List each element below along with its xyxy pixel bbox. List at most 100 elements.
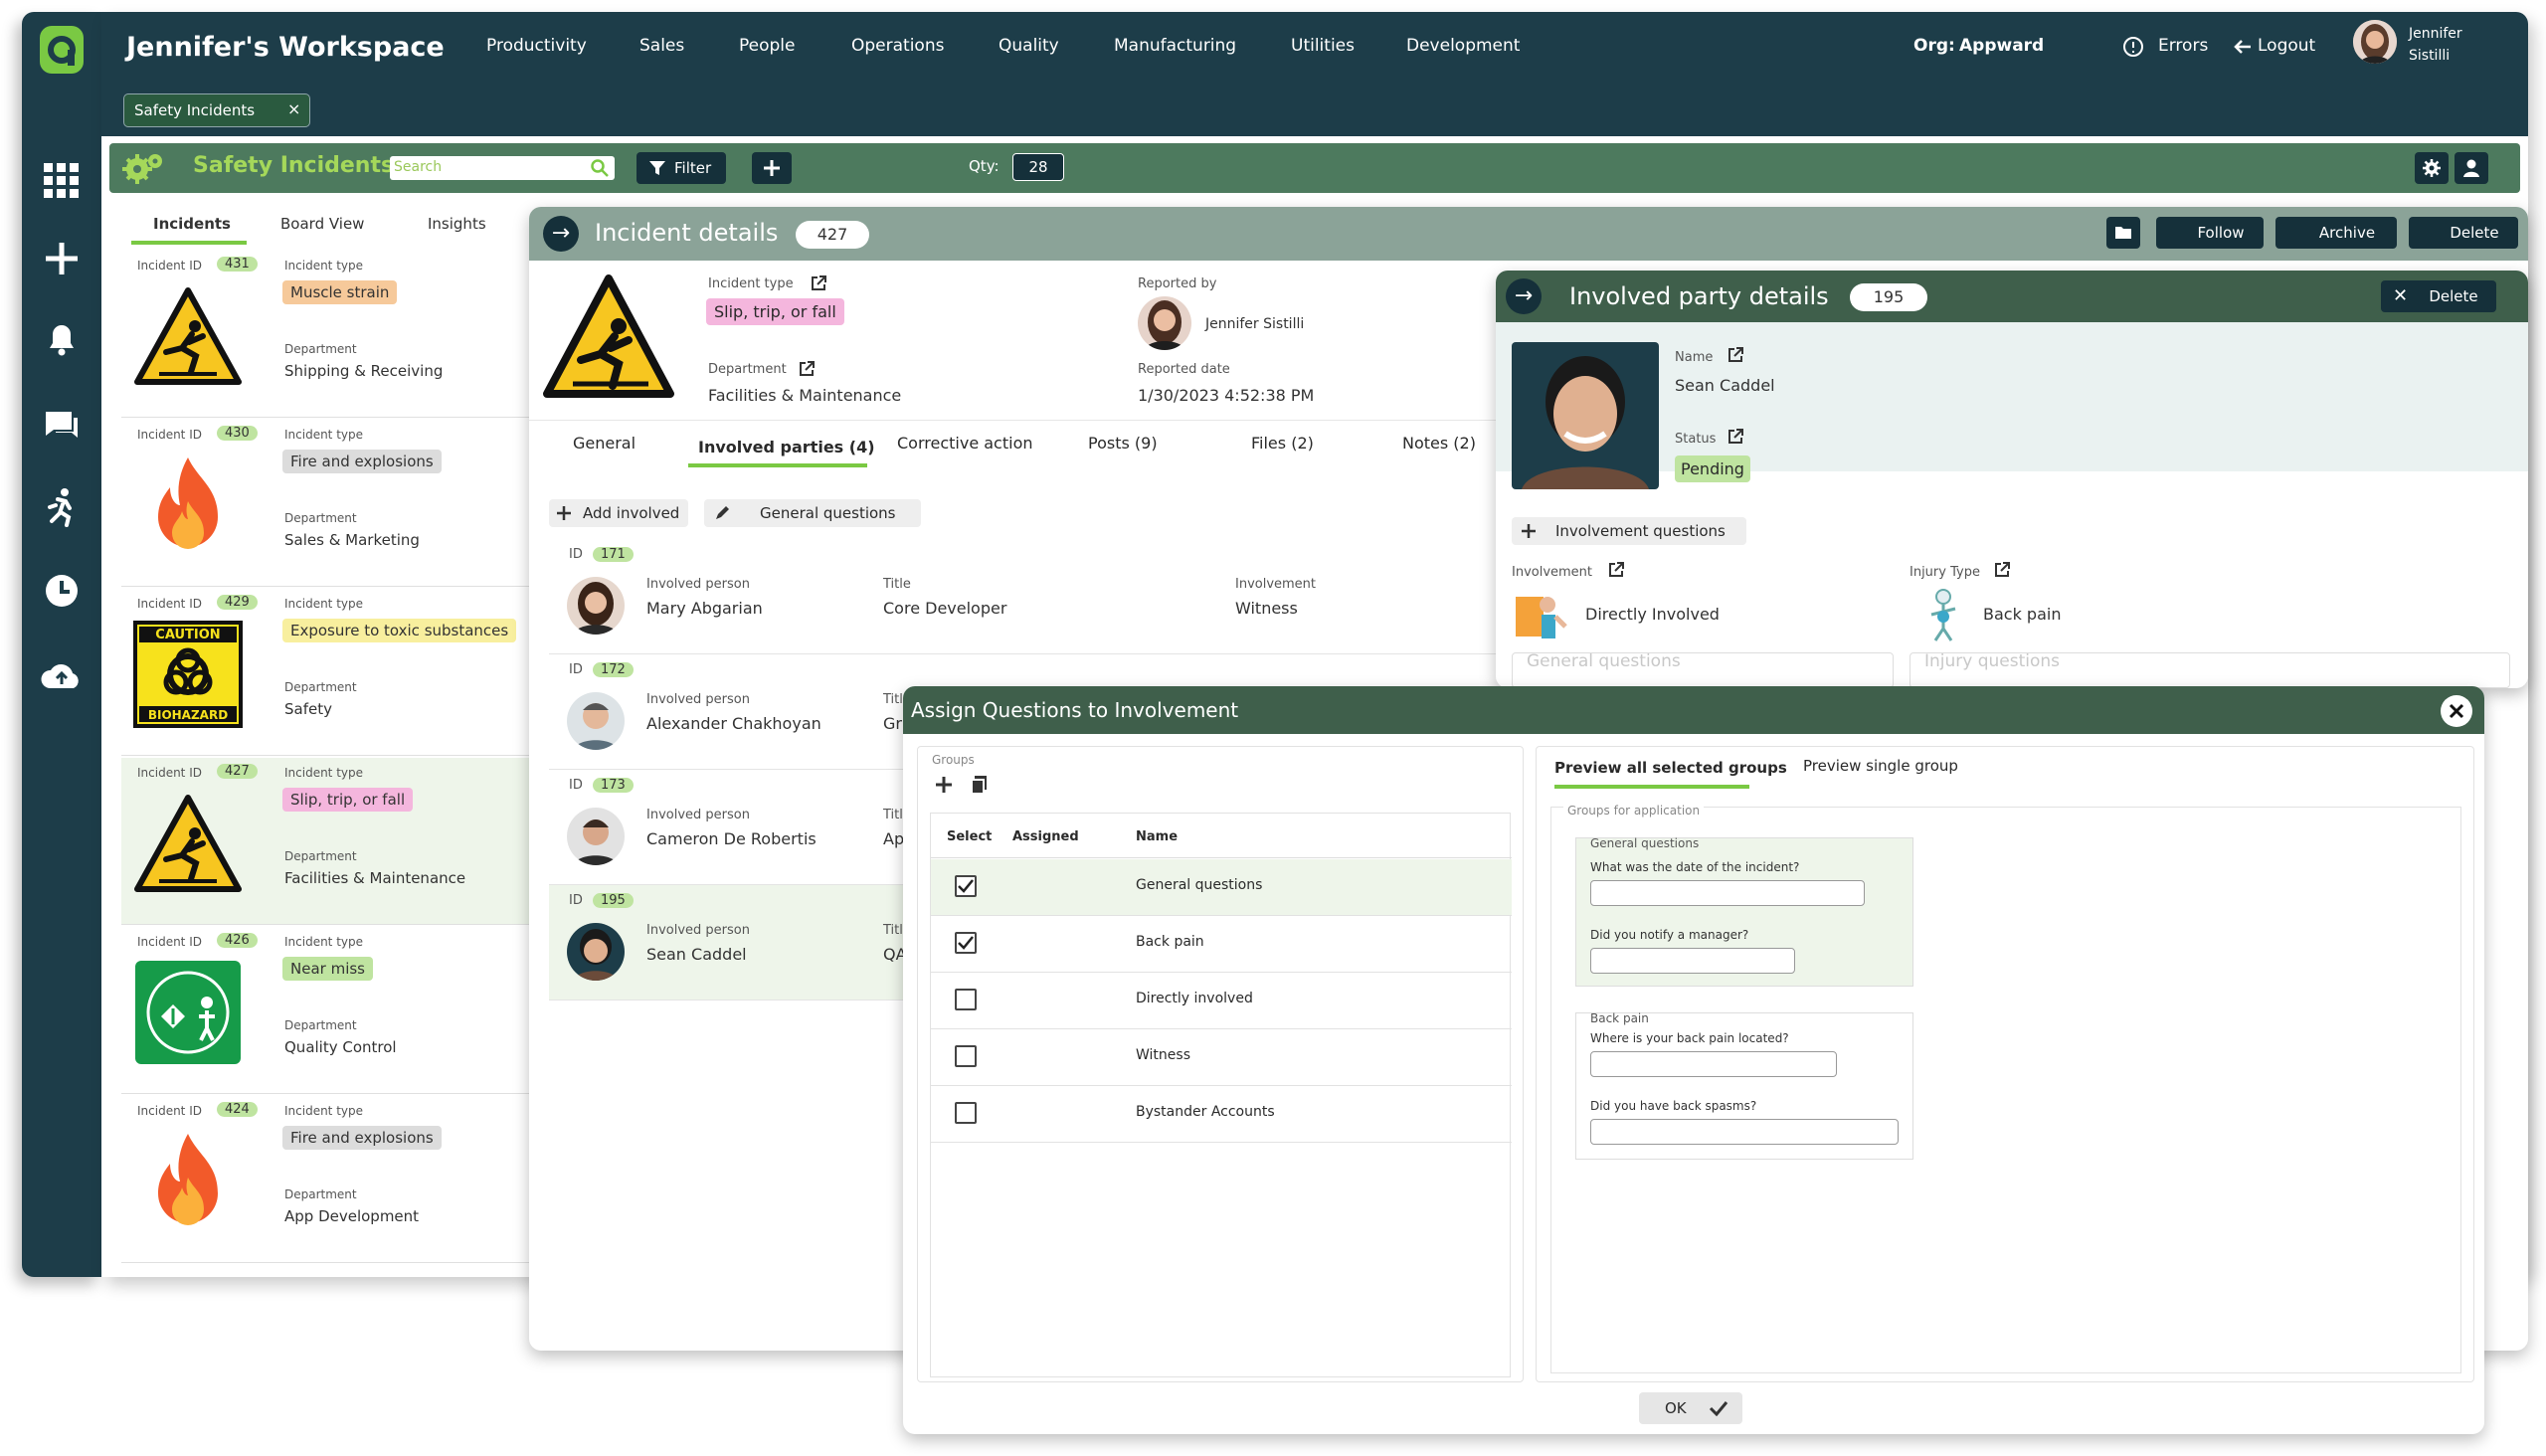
tab-incidents[interactable]: Incidents (153, 215, 231, 233)
search-placeholder: Search (394, 159, 443, 175)
ok-label: OK (1665, 1399, 1687, 1417)
ok-button[interactable]: OK (1639, 1392, 1742, 1424)
list-tabs: Incidents Board View Insights (121, 201, 529, 249)
copy-button[interactable] (968, 773, 992, 797)
involvement-questions-button[interactable]: Involvement questions (1512, 517, 1746, 545)
tab-notes[interactable]: Notes (2) (1402, 434, 1476, 453)
bell-icon[interactable] (40, 316, 84, 360)
answer-input[interactable] (1590, 880, 1865, 906)
nav-sales[interactable]: Sales (639, 36, 684, 56)
tab-insights[interactable]: Insights (428, 215, 486, 233)
nav-manufacturing[interactable]: Manufacturing (1114, 36, 1236, 56)
group-name: Bystander Accounts (1136, 1104, 1275, 1120)
incident-card[interactable]: Incident ID 424 Incident type Fire and expl… (121, 1096, 529, 1263)
department-value: Facilities & Maintenance (284, 869, 466, 887)
select-checkbox[interactable] (955, 989, 977, 1010)
clock-icon[interactable] (40, 569, 84, 613)
close-icon[interactable]: × (287, 99, 300, 118)
logout-link[interactable]: Logout (2258, 36, 2315, 56)
add-involved-button[interactable]: Add involved (549, 499, 688, 527)
add-icon[interactable] (40, 237, 84, 280)
select-checkbox[interactable] (955, 932, 977, 954)
tab-posts[interactable]: Posts (9) (1088, 434, 1158, 453)
add-group-button[interactable] (932, 773, 956, 797)
answer-input[interactable] (1590, 1051, 1837, 1077)
groups-panel: Groups Select Assigned Name General ques… (917, 746, 1524, 1382)
cloud-upload-icon[interactable] (40, 654, 84, 698)
nav-development[interactable]: Development (1406, 36, 1520, 56)
nav-operations[interactable]: Operations (851, 36, 944, 56)
external-link-icon[interactable] (1727, 346, 1744, 364)
group-row[interactable]: Witness (931, 1029, 1512, 1086)
follow-label: Follow (2197, 224, 2245, 242)
select-checkbox[interactable] (955, 1102, 977, 1124)
delete-party-button[interactable]: ✕ Delete (2381, 280, 2496, 312)
external-link-icon[interactable] (798, 360, 816, 378)
incident-id-badge: 424 (217, 1102, 258, 1117)
fire-icon (131, 1128, 245, 1239)
user-avatar[interactable] (2353, 20, 2397, 64)
group-row[interactable]: Directly involved (931, 973, 1512, 1029)
org-value[interactable]: Appward (1959, 36, 2044, 56)
tab-general[interactable]: General (573, 434, 636, 453)
group-name: Back pain (1136, 934, 1204, 950)
apps-grid-icon[interactable] (40, 159, 84, 203)
user-button[interactable] (2455, 152, 2488, 184)
add-incident-button[interactable] (752, 152, 792, 184)
arrow-right-icon[interactable]: → (543, 216, 579, 252)
arrow-right-icon[interactable]: → (1506, 278, 1542, 314)
select-checkbox[interactable] (955, 1045, 977, 1067)
incident-card[interactable]: Incident ID 430 Incident type Fire and expl… (121, 420, 529, 587)
tab-involved-parties[interactable]: Involved parties (4) (698, 438, 875, 456)
nav-utilities[interactable]: Utilities (1291, 36, 1355, 56)
chat-icon[interactable] (40, 404, 84, 448)
folder-button[interactable] (2106, 217, 2140, 249)
tab-files[interactable]: Files (2) (1251, 434, 1314, 453)
incident-card[interactable]: Incident ID 426 Incident type Near miss Depa… (121, 927, 529, 1094)
follow-button[interactable]: Follow (2156, 217, 2264, 249)
errors-link[interactable]: Errors (2158, 36, 2208, 56)
tab-preview-single[interactable]: Preview single group (1803, 757, 1958, 775)
general-questions-button[interactable]: General questions (704, 499, 921, 527)
external-link-icon[interactable] (810, 274, 827, 292)
nav-people[interactable]: People (739, 36, 795, 56)
search-input[interactable]: Search (390, 156, 615, 180)
nav-quality[interactable]: Quality (999, 36, 1059, 56)
arrow-left-icon[interactable] (2232, 36, 2254, 58)
external-link-icon[interactable] (1727, 428, 1744, 446)
party-row[interactable]: ID 171 Involved person Mary Abgarian Title Co… (549, 539, 1504, 654)
external-link-icon[interactable] (1993, 561, 2011, 579)
group-row[interactable]: Back pain (931, 916, 1512, 973)
incident-card[interactable]: Incident ID 429 CAUTION BIOHAZARD Incident t… (121, 589, 529, 756)
check-icon (1709, 1401, 1728, 1416)
delete-incident-button[interactable]: Delete (2409, 217, 2518, 249)
tab-board-view[interactable]: Board View (280, 215, 364, 233)
group-row[interactable]: General questions (931, 859, 1512, 916)
incident-card[interactable]: Incident ID 431 Incident type Muscle strain… (121, 251, 529, 418)
runner-icon[interactable] (40, 485, 84, 529)
preview-panel: Preview all selected groups Preview sing… (1536, 746, 2474, 1382)
alert-circle-icon[interactable] (2122, 36, 2144, 58)
search-icon[interactable] (591, 159, 609, 177)
open-tab-chip[interactable]: Safety Incidents × (123, 93, 310, 127)
group-row[interactable]: Bystander Accounts (931, 1086, 1512, 1143)
archive-button[interactable]: Archive (2275, 217, 2397, 249)
incident-type-label: Incident type (708, 276, 794, 291)
nav-productivity[interactable]: Productivity (486, 36, 587, 56)
incident-type-tag: Slip, trip, or fall (706, 298, 844, 325)
tab-preview-all[interactable]: Preview all selected groups (1554, 759, 1787, 777)
answer-input[interactable] (1590, 948, 1795, 974)
answer-input[interactable] (1590, 1119, 1899, 1145)
reported-date-value: 1/30/2023 4:52:38 PM (1138, 386, 1315, 405)
incident-card[interactable]: Incident ID 427 Incident type Slip, trip, o… (121, 758, 529, 925)
party-title: Involved party details (1569, 282, 1829, 310)
external-link-icon[interactable] (1607, 561, 1625, 579)
filter-button[interactable]: Filter (636, 152, 726, 184)
app-logo-icon[interactable] (38, 24, 86, 76)
plus-icon (557, 506, 571, 520)
gear-icon (2423, 159, 2441, 177)
tab-corrective-action[interactable]: Corrective action (897, 434, 1033, 453)
select-checkbox[interactable] (955, 875, 977, 897)
settings-button[interactable] (2415, 152, 2449, 184)
close-dialog-button[interactable] (2441, 695, 2472, 727)
